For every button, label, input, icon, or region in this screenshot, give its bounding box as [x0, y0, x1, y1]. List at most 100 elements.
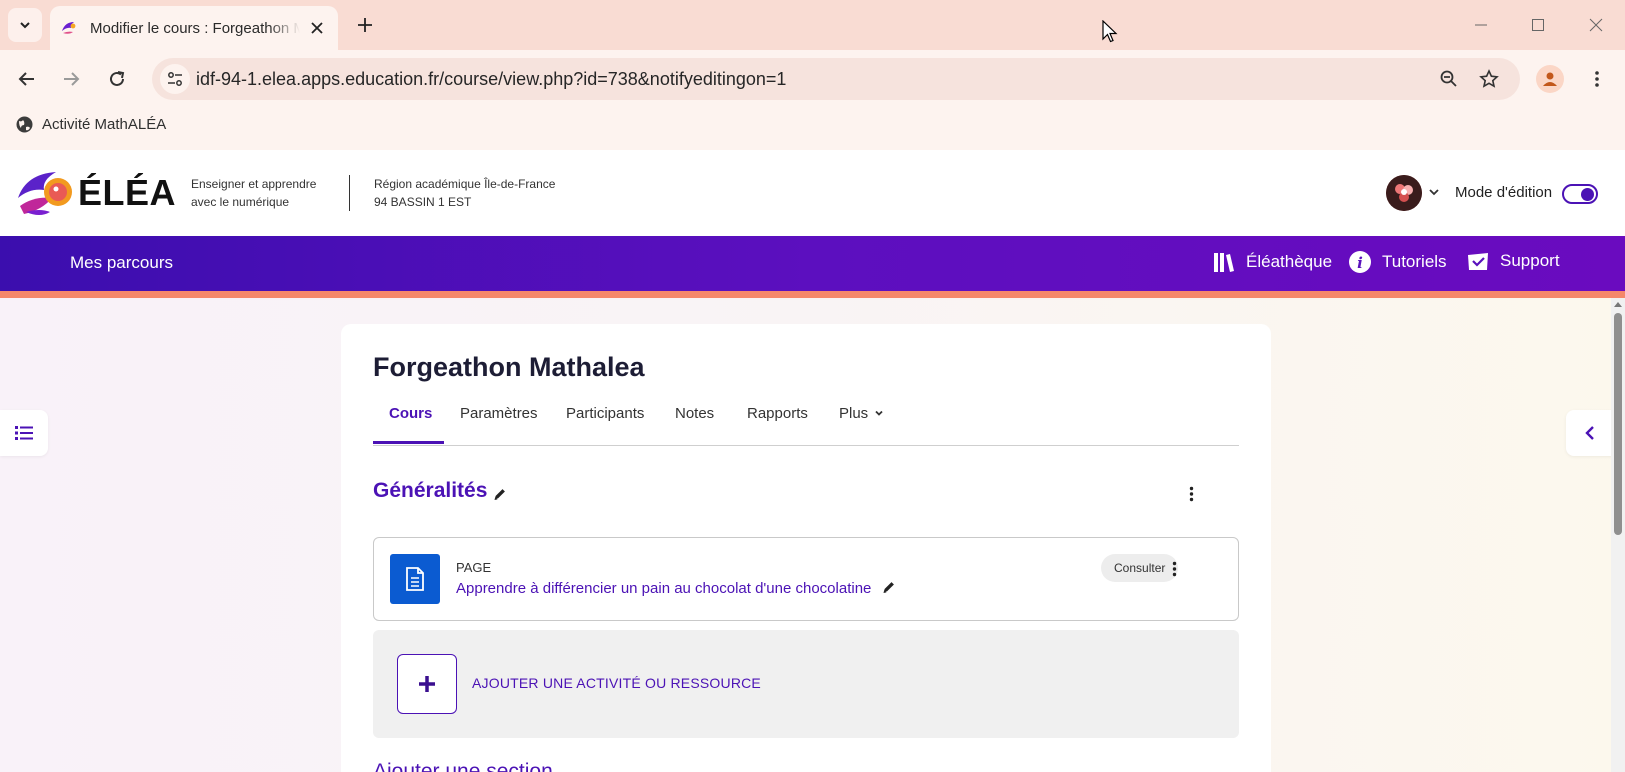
chevron-down-icon — [20, 22, 30, 29]
browser-tab-active[interactable]: Modifier le cours : Forgeathon Mathalea — [50, 6, 338, 50]
zoom-button[interactable] — [1434, 64, 1464, 94]
svg-text:i: i — [1357, 254, 1363, 272]
plus-icon — [419, 676, 435, 692]
bookmark-star-button[interactable] — [1474, 64, 1504, 94]
maximize-icon — [1532, 19, 1544, 31]
info-icon: i — [1349, 251, 1371, 273]
site-info-button[interactable] — [160, 64, 190, 94]
nav-eleatheque[interactable]: Éléathèque — [1212, 250, 1332, 274]
list-icon — [15, 426, 33, 440]
section-title: Généralités — [373, 479, 488, 502]
activity-link[interactable]: Apprendre à différencier un pain au choc… — [456, 580, 871, 597]
tab-close-icon[interactable] — [306, 17, 328, 39]
region-line2: 94 BASSIN 1 EST — [374, 195, 472, 209]
minimize-icon — [1475, 24, 1487, 26]
nav-eleatheque-label: Éléathèque — [1246, 252, 1333, 271]
maximize-button[interactable] — [1523, 10, 1553, 40]
person-icon — [1543, 72, 1557, 86]
arrow-left-icon — [18, 72, 34, 86]
more-vertical-icon — [1189, 486, 1193, 502]
section-actions-menu[interactable] — [1179, 482, 1203, 506]
scroll-up-arrow-icon[interactable] — [1614, 302, 1622, 307]
tab-plus-label: Plus — [839, 405, 869, 422]
page-content: ÉLÉA Enseigner et apprendre avec le numé… — [0, 150, 1625, 772]
star-icon — [1479, 69, 1499, 88]
tab-plus[interactable]: Plus — [839, 405, 884, 422]
arrow-right-icon — [64, 72, 80, 86]
address-bar[interactable]: idf-94-1.elea.apps.education.fr/course/v… — [152, 58, 1520, 100]
tab-cours[interactable]: Cours — [389, 405, 432, 422]
page-document-icon — [390, 554, 440, 604]
library-books-icon — [1214, 253, 1234, 272]
bookmarks-bar: Activité MathALÉA — [0, 108, 1625, 150]
elea-favicon-icon — [62, 22, 76, 34]
reload-button[interactable] — [102, 64, 132, 94]
region-info: Région académique Île-de-France 94 BASSI… — [374, 175, 555, 211]
page-scrollbar[interactable] — [1611, 298, 1625, 772]
more-vertical-icon — [1172, 561, 1176, 577]
nav-tutoriels-label: Tutoriels — [1382, 252, 1447, 271]
plus-icon — [358, 18, 372, 32]
scrollbar-thumb[interactable] — [1614, 313, 1622, 535]
mouse-cursor-icon — [1102, 20, 1118, 43]
user-menu-chevron-icon[interactable] — [1428, 186, 1440, 198]
course-index-toggle[interactable] — [0, 410, 48, 456]
browser-menu-button[interactable] — [1582, 64, 1612, 94]
avatar-flower-icon — [1386, 175, 1422, 211]
site-header: ÉLÉA Enseigner et apprendre avec le numé… — [0, 150, 1625, 236]
window-close-button[interactable] — [1581, 10, 1611, 40]
zoom-out-icon — [1440, 70, 1457, 87]
user-avatar[interactable] — [1386, 175, 1422, 211]
tab-search-button[interactable] — [8, 8, 42, 42]
elea-logo[interactable]: ÉLÉA — [16, 168, 176, 218]
minimize-button[interactable] — [1466, 10, 1496, 40]
tab-participants[interactable]: Participants — [566, 405, 644, 422]
add-activity-area[interactable]: AJOUTER UNE ACTIVITÉ OU RESSOURCE — [373, 630, 1239, 738]
add-activity-button[interactable] — [397, 654, 457, 714]
nav-mes-parcours[interactable]: Mes parcours — [70, 253, 173, 273]
block-drawer-toggle[interactable] — [1566, 410, 1614, 456]
course-card: Forgeathon Mathalea Cours Paramètres Par… — [341, 324, 1271, 772]
mail-check-icon — [1468, 253, 1488, 270]
tab-notes[interactable]: Notes — [675, 405, 714, 422]
add-section-link[interactable]: Ajouter une section — [373, 760, 553, 772]
nav-support-label: Support — [1500, 251, 1560, 270]
header-divider — [349, 175, 350, 211]
active-tab-underline — [373, 441, 444, 444]
course-title: Forgeathon Mathalea — [373, 352, 645, 382]
bookmark-mathalea[interactable]: Activité MathALÉA — [16, 116, 166, 133]
add-activity-label[interactable]: AJOUTER UNE ACTIVITÉ OU RESSOURCE — [472, 675, 761, 691]
nav-tutoriels[interactable]: i Tutoriels — [1348, 250, 1447, 274]
edit-mode-label: Mode d'édition — [1455, 184, 1553, 201]
main-navbar: Mes parcours Éléathèque i Tutoriels Supp… — [0, 236, 1625, 291]
browser-tabstrip: Modifier le cours : Forgeathon Mathalea — [0, 0, 1625, 50]
activity-actions-menu[interactable] — [1162, 557, 1186, 581]
forward-button[interactable] — [56, 64, 86, 94]
region-line1: Région académique Île-de-France — [374, 177, 556, 191]
tab-parametres[interactable]: Paramètres — [460, 405, 538, 422]
edit-mode-toggle[interactable] — [1562, 184, 1598, 204]
elea-bird-logo-icon — [18, 172, 72, 215]
tagline-line1: Enseigner et apprendre — [191, 177, 317, 191]
tune-icon — [168, 72, 182, 86]
tab-title: Modifier le cours : Forgeathon Mathalea — [90, 19, 300, 37]
browser-toolbar: idf-94-1.elea.apps.education.fr/course/v… — [0, 50, 1625, 108]
close-icon — [1589, 18, 1603, 32]
back-button[interactable] — [12, 64, 42, 94]
new-tab-button[interactable] — [352, 12, 378, 38]
edit-pencil-icon[interactable] — [882, 580, 896, 594]
nav-support[interactable]: Support — [1466, 250, 1560, 272]
profile-button[interactable] — [1536, 65, 1564, 93]
logo-text: ÉLÉA — [78, 172, 177, 213]
edit-pencil-icon[interactable] — [493, 487, 507, 501]
url-text[interactable]: idf-94-1.elea.apps.education.fr/course/v… — [196, 69, 786, 90]
tagline-line2: avec le numérique — [191, 195, 290, 209]
chevron-down-icon — [875, 410, 883, 416]
tab-rapports[interactable]: Rapports — [747, 405, 808, 422]
bookmark-label: Activité MathALÉA — [42, 116, 167, 133]
globe-icon — [16, 116, 33, 133]
more-vertical-icon — [1595, 71, 1599, 87]
accent-strip — [0, 291, 1625, 298]
activity-item: PAGE Apprendre à différencier un pain au… — [373, 537, 1239, 621]
activity-type: PAGE — [456, 560, 492, 575]
